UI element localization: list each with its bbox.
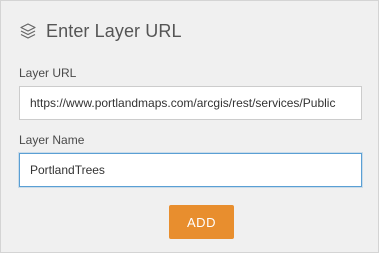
- add-layer-panel: Enter Layer URL Layer URL Layer Name ADD: [0, 0, 379, 253]
- panel-title: Enter Layer URL: [46, 20, 182, 41]
- layer-url-input[interactable]: [19, 86, 362, 120]
- layers-icon: [19, 22, 37, 40]
- add-button[interactable]: ADD: [169, 205, 234, 239]
- layer-name-input[interactable]: [19, 153, 362, 187]
- layer-name-label: Layer Name: [19, 133, 85, 147]
- layer-url-label: Layer URL: [19, 66, 77, 80]
- panel-header: Enter Layer URL: [19, 19, 182, 43]
